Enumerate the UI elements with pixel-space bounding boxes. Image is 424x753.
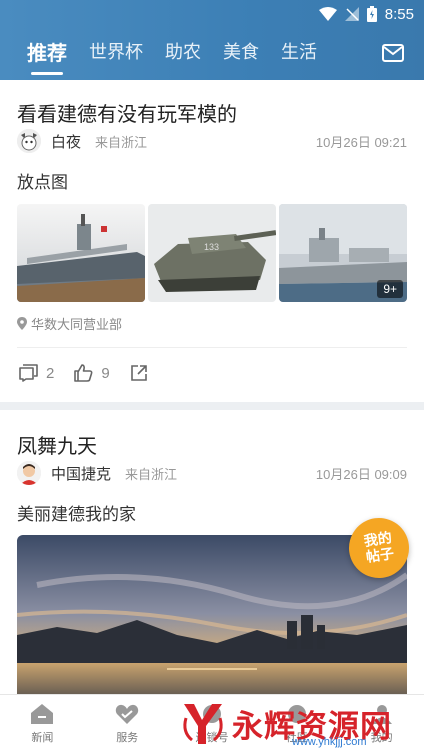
avatar[interactable] (17, 461, 41, 485)
post-time: 10月26日 09:21 (315, 134, 407, 150)
post-title[interactable]: 凤舞九天 (17, 430, 97, 459)
author-name[interactable]: 白夜 (51, 131, 81, 152)
like-button[interactable]: 9 (74, 364, 110, 382)
divider (17, 347, 407, 348)
mail-icon[interactable] (382, 44, 404, 62)
post-time: 10月26日 09:09 (315, 466, 407, 482)
nav-label: 新闻 (31, 731, 54, 744)
like-count: 9 (101, 364, 110, 382)
comment-count: 2 (46, 364, 55, 382)
my-posts-label-line2: 帖子 (365, 546, 396, 566)
post-body[interactable]: 放点图 (17, 168, 68, 193)
post-feed: 看看建德有没有玩军模的 白夜 来自浙江 10月26日 09:21 放点图 133… (0, 80, 424, 710)
avatar[interactable] (17, 129, 41, 153)
battery-icon (366, 6, 377, 22)
thumbs-up-icon (74, 364, 93, 382)
post-origin: 来自浙江 (125, 467, 178, 483)
post-card[interactable]: 看看建德有没有玩军模的 白夜 来自浙江 10月26日 09:21 放点图 133… (0, 80, 424, 402)
news-home-icon (31, 704, 54, 724)
watermark-logo-icon (183, 704, 223, 744)
gallery-image[interactable]: 9+ (279, 204, 407, 302)
gallery-image[interactable] (17, 204, 145, 302)
watermark-url: www.yhkjjj.com (292, 736, 367, 748)
nav-item-news[interactable]: 新闻 (0, 695, 85, 753)
nav-label: 服务 (116, 731, 139, 744)
status-time: 8:55 (384, 5, 414, 23)
tab-recommend[interactable]: 推荐 (27, 40, 67, 75)
comment-icon (19, 364, 38, 382)
location-pin-icon (17, 317, 27, 330)
tab-world-cup[interactable]: 世界杯 (89, 40, 143, 66)
wifi-icon (318, 7, 337, 21)
more-images-badge[interactable]: 9+ (377, 280, 403, 298)
signal-off-icon (344, 7, 359, 21)
post-title[interactable]: 看看建德有没有玩军模的 (17, 98, 237, 127)
post-image[interactable] (17, 535, 407, 710)
category-tabs: 推荐 世界杯 助农 美食 生活 (27, 40, 317, 75)
post-body[interactable]: 美丽建德我的家 (17, 500, 136, 525)
post-origin: 来自浙江 (95, 135, 148, 151)
image-gallery: 133 9+ (17, 204, 407, 302)
author-name[interactable]: 中国捷克 (51, 463, 111, 484)
svg-text:133: 133 (204, 242, 219, 252)
post-meta: 白夜 来自浙江 10月26日 09:21 (17, 128, 407, 154)
app-header: 8:55 推荐 世界杯 助农 美食 生活 (0, 0, 424, 80)
gallery-image[interactable]: 133 (148, 204, 276, 302)
comment-button[interactable]: 2 (19, 364, 54, 382)
heart-icon (115, 704, 139, 724)
tab-life[interactable]: 生活 (281, 40, 317, 66)
share-icon (130, 365, 147, 381)
post-meta: 中国捷克 来自浙江 10月26日 09:09 (17, 460, 407, 486)
nav-item-service[interactable]: 服务 (85, 695, 170, 753)
post-actions: 2 9 (19, 364, 168, 382)
post-location[interactable]: 华数大同营业部 (17, 314, 122, 333)
tab-agriculture[interactable]: 助农 (165, 40, 201, 66)
share-button[interactable] (130, 364, 148, 382)
location-label: 华数大同营业部 (31, 318, 123, 333)
status-bar: 8:55 (318, 3, 414, 25)
tab-food[interactable]: 美食 (223, 40, 259, 66)
